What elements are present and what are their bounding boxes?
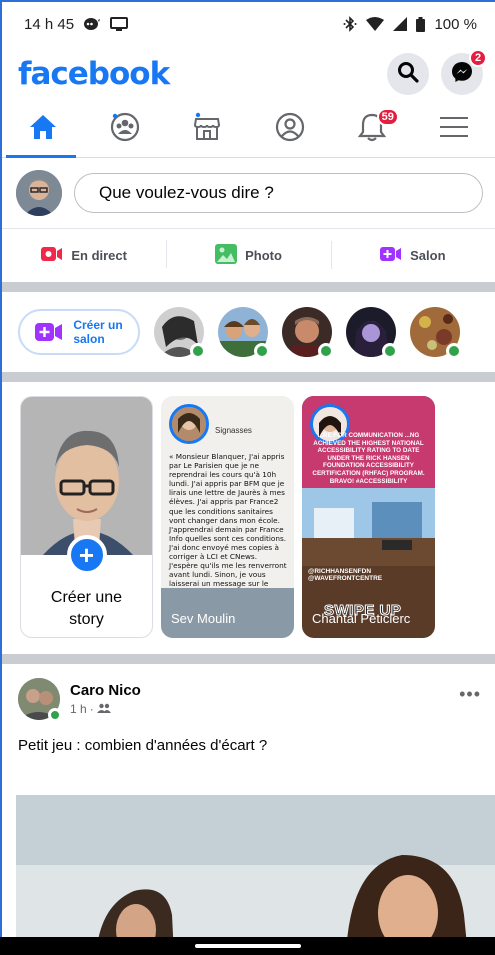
room-create-icon: [35, 321, 63, 343]
battery-level: 100 %: [434, 15, 477, 33]
room-friend-avatar[interactable]: [410, 307, 462, 359]
room-friend-avatar[interactable]: [282, 307, 334, 359]
wifi-icon: [366, 17, 385, 31]
tab-groups[interactable]: [84, 102, 166, 157]
add-story-icon: +: [66, 535, 107, 575]
cast-icon: [110, 17, 129, 31]
post-time[interactable]: 1 h: [70, 702, 87, 716]
online-indicator: [318, 343, 334, 359]
composer-actions: En direct Photo Salon: [2, 228, 495, 282]
home-icon: [29, 114, 57, 145]
marketplace-icon: [191, 111, 223, 148]
messenger-button[interactable]: 2: [441, 49, 487, 95]
hamburger-menu-icon: [439, 115, 468, 144]
groups-icon: [109, 111, 141, 148]
status-bar: 14 h 45 100 %: [2, 2, 495, 46]
create-room-label: Créer un salon: [73, 318, 123, 346]
system-nav-bar: [0, 937, 495, 955]
create-room-button[interactable]: Créer un salon: [18, 309, 140, 355]
section-divider: [2, 654, 495, 664]
room-friend-avatar[interactable]: [218, 307, 270, 359]
whats-on-your-mind-input[interactable]: Que voulez-vous dire ?: [74, 173, 483, 213]
signal-icon: [393, 17, 408, 31]
story-header: Signasses: [215, 426, 252, 435]
live-label: En direct: [71, 248, 127, 263]
friends-audience-icon: [96, 702, 111, 716]
live-button[interactable]: En direct: [2, 245, 166, 266]
notification-icon: [83, 17, 101, 31]
post-text: Petit jeu : combien d'années d'écart ?: [18, 737, 268, 754]
room-label: Salon: [410, 248, 446, 263]
online-indicator: [190, 343, 206, 359]
post-composer: Que voulez-vous dire ?: [2, 158, 495, 228]
create-story-card[interactable]: + Créer une story: [20, 396, 153, 638]
rooms-bar: Créer un salon: [2, 292, 495, 372]
photo-label: Photo: [245, 248, 282, 263]
online-indicator: [254, 343, 270, 359]
story-card[interactable]: Signasses « Monsieur Blanquer, J'ai appr…: [161, 396, 294, 638]
nav-tabs: 59: [2, 102, 495, 158]
story-author-name: Sev Moulin: [171, 611, 236, 626]
online-indicator: [48, 708, 62, 722]
photo-icon: [215, 244, 238, 267]
room-friend-avatar[interactable]: [346, 307, 398, 359]
story-handles: @RICHHANSENFDN @WAVEFRONTCENTRE: [308, 568, 383, 582]
story-author-avatar: [169, 404, 209, 444]
facebook-logo: facebook: [18, 56, 170, 92]
status-time: 14 h 45: [24, 15, 75, 33]
bluetooth-icon: [343, 16, 357, 32]
my-avatar[interactable]: [16, 170, 62, 216]
stories-tray: + Créer une story Signasses « Monsieur Bl…: [2, 382, 495, 654]
story-text: « Monsieur Blanquer, J'ai appris par Le …: [169, 452, 287, 607]
post-options-icon[interactable]: •••: [459, 684, 481, 705]
my-story-photo: [21, 397, 152, 555]
battery-icon: [416, 16, 426, 32]
tab-marketplace[interactable]: [166, 102, 248, 157]
app-header: facebook 2: [2, 46, 495, 102]
online-indicator: [382, 343, 398, 359]
post-photo[interactable]: [16, 795, 495, 955]
section-divider: [2, 282, 495, 292]
room-friend-avatar[interactable]: [154, 307, 206, 359]
story-photo: [302, 488, 435, 566]
messenger-badge: 2: [469, 49, 487, 67]
search-button[interactable]: [387, 53, 429, 95]
section-divider: [2, 372, 495, 382]
live-video-icon: [41, 245, 63, 266]
post-author-name[interactable]: Caro Nico: [70, 682, 141, 699]
photo-button[interactable]: Photo: [166, 240, 330, 268]
tab-home[interactable]: [2, 102, 84, 158]
tab-menu[interactable]: [413, 102, 495, 157]
room-button[interactable]: Salon: [330, 241, 495, 269]
post-header: Caro Nico 1 h · •••: [2, 664, 495, 734]
room-video-icon: [380, 245, 402, 266]
notifications-badge: 59: [376, 108, 399, 126]
search-icon: [397, 61, 419, 88]
home-gesture-handle[interactable]: [194, 944, 301, 948]
story-banner-text: ...RE FOR COMMUNICATION ...NG ACHIEVED T…: [312, 432, 425, 485]
story-author-name: Chantal Peticlerc: [312, 611, 411, 626]
story-card[interactable]: ...RE FOR COMMUNICATION ...NG ACHIEVED T…: [302, 396, 435, 638]
profile-icon: [274, 111, 306, 148]
post-meta: 1 h ·: [70, 702, 141, 716]
online-indicator: [446, 343, 462, 359]
tab-profile[interactable]: [249, 102, 331, 157]
tab-notifications[interactable]: 59: [331, 102, 413, 157]
post-author-avatar[interactable]: [18, 678, 62, 722]
create-story-label: Créer une story: [50, 589, 123, 628]
